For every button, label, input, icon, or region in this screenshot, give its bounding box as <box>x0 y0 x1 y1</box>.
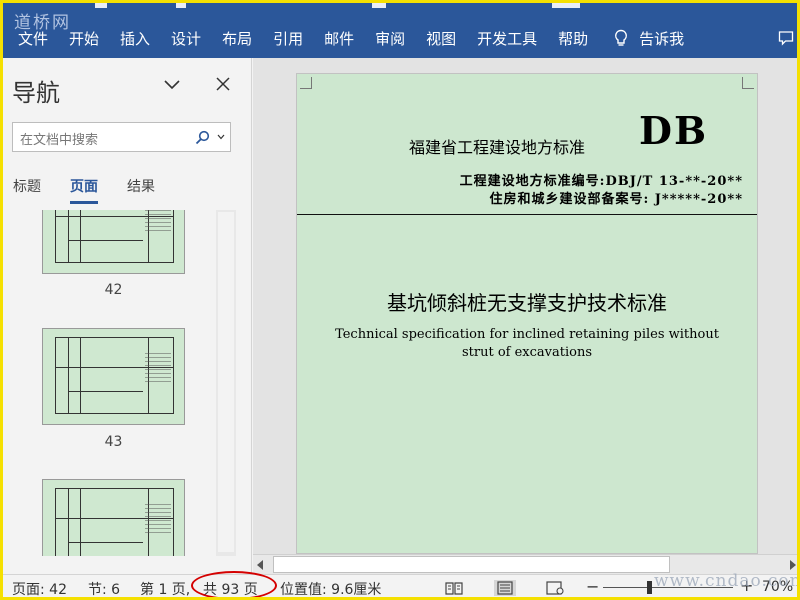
nav-scrollbar[interactable] <box>216 210 236 556</box>
watermark-site: www.cndao.com <box>654 571 800 591</box>
document-area: 福建省工程建设地方标准 DB 工程建设地方标准编号:DBJ/T 13-**-20… <box>253 58 800 554</box>
print-layout-icon[interactable] <box>494 580 516 596</box>
chevron-down-icon[interactable] <box>163 78 181 92</box>
quick-access-icon[interactable] <box>95 0 107 8</box>
read-mode-icon[interactable] <box>445 580 463 596</box>
title-fragment <box>372 0 386 8</box>
comment-icon[interactable] <box>778 30 794 46</box>
document-divider <box>297 214 757 215</box>
menu-references[interactable]: 引用 <box>273 28 303 49</box>
page-thumbnail[interactable] <box>42 328 185 425</box>
document-record-number: 住房和城乡建设部备案号: J*****-20** <box>489 192 743 207</box>
page-thumbnails: 42 43 <box>0 210 240 556</box>
lightbulb-icon <box>615 29 628 46</box>
menu-review[interactable]: 审阅 <box>375 28 405 49</box>
document-page[interactable]: 福建省工程建设地方标准 DB 工程建设地方标准编号:DBJ/T 13-**-20… <box>296 73 758 554</box>
document-org: 福建省工程建设地方标准 <box>409 138 586 157</box>
scroll-left-icon[interactable] <box>257 560 263 570</box>
thumbnail-table <box>55 337 174 414</box>
english-title-line: strut of excavations <box>461 345 592 360</box>
menu-developer[interactable]: 开发工具 <box>477 28 537 49</box>
search-icon[interactable] <box>195 130 210 145</box>
tab-results[interactable]: 结果 <box>127 176 155 204</box>
chevron-down-icon[interactable] <box>217 134 225 140</box>
status-page-of[interactable]: 第 1 页, <box>140 579 190 599</box>
page-thumbnail[interactable] <box>42 479 185 556</box>
document-english-title: Technical specification for inclined ret… <box>317 326 737 362</box>
ribbon: 道桥网 文件 开始 插入 设计 布局 引用 邮件 审阅 视图 开发工具 帮助 告… <box>0 0 800 58</box>
status-section[interactable]: 节: 6 <box>88 579 120 599</box>
document-title: 基坑倾斜桩无支撑支护技术标准 <box>387 291 667 315</box>
menu-mailings[interactable]: 邮件 <box>324 28 354 49</box>
quick-access-icon[interactable] <box>176 0 186 8</box>
thumbnail-page-number: 42 <box>104 282 123 298</box>
page-corner-mark <box>742 77 754 89</box>
tell-me-label: 告诉我 <box>639 30 685 48</box>
menu-layout[interactable]: 布局 <box>222 28 252 49</box>
web-layout-icon[interactable] <box>546 580 564 596</box>
menu-help[interactable]: 帮助 <box>558 28 588 49</box>
thumbnail-table <box>55 488 174 556</box>
menu-design[interactable]: 设计 <box>171 28 201 49</box>
nav-scrollbar-thumb[interactable] <box>218 212 234 552</box>
tab-pages[interactable]: 页面 <box>70 176 98 204</box>
navigation-pane: 导航 在文档中搜索 标题 页面 结果 42 43 <box>0 58 252 574</box>
document-db-mark: DB <box>639 108 709 153</box>
nav-title: 导航 <box>12 79 60 107</box>
search-placeholder: 在文档中搜索 <box>20 133 99 148</box>
english-title-line: Technical specification for inclined ret… <box>335 327 719 342</box>
search-input[interactable]: 在文档中搜索 <box>12 122 231 152</box>
horizontal-scrollbar-thumb[interactable] <box>273 556 670 573</box>
close-icon[interactable] <box>215 76 231 92</box>
scroll-right-icon[interactable] <box>790 560 796 570</box>
nav-tabs: 标题 页面 结果 <box>13 176 184 204</box>
document-standard-number: 工程建设地方标准编号:DBJ/T 13-**-20** <box>459 174 743 189</box>
tell-me-button[interactable]: 告诉我 <box>613 28 684 49</box>
thumbnail-table <box>55 210 174 263</box>
menu-view[interactable]: 视图 <box>426 28 456 49</box>
status-page[interactable]: 页面: 42 <box>12 579 67 599</box>
page-corner-mark <box>300 77 312 89</box>
menu-home[interactable]: 开始 <box>69 28 99 49</box>
ribbon-menu: 文件 开始 插入 设计 布局 引用 邮件 审阅 视图 开发工具 帮助 告诉我 <box>18 28 684 49</box>
page-thumbnail[interactable] <box>42 210 185 274</box>
zoom-out-button[interactable]: − <box>586 577 599 596</box>
zoom-slider-thumb[interactable] <box>646 581 652 594</box>
menu-insert[interactable]: 插入 <box>120 28 150 49</box>
status-position[interactable]: 位置值: 9.6厘米 <box>280 579 381 599</box>
menu-file[interactable]: 文件 <box>18 28 48 49</box>
thumbnail-page-number: 43 <box>104 434 123 450</box>
tab-headings[interactable]: 标题 <box>13 176 41 204</box>
highlight-oval <box>191 571 277 600</box>
title-fragment <box>552 0 580 8</box>
